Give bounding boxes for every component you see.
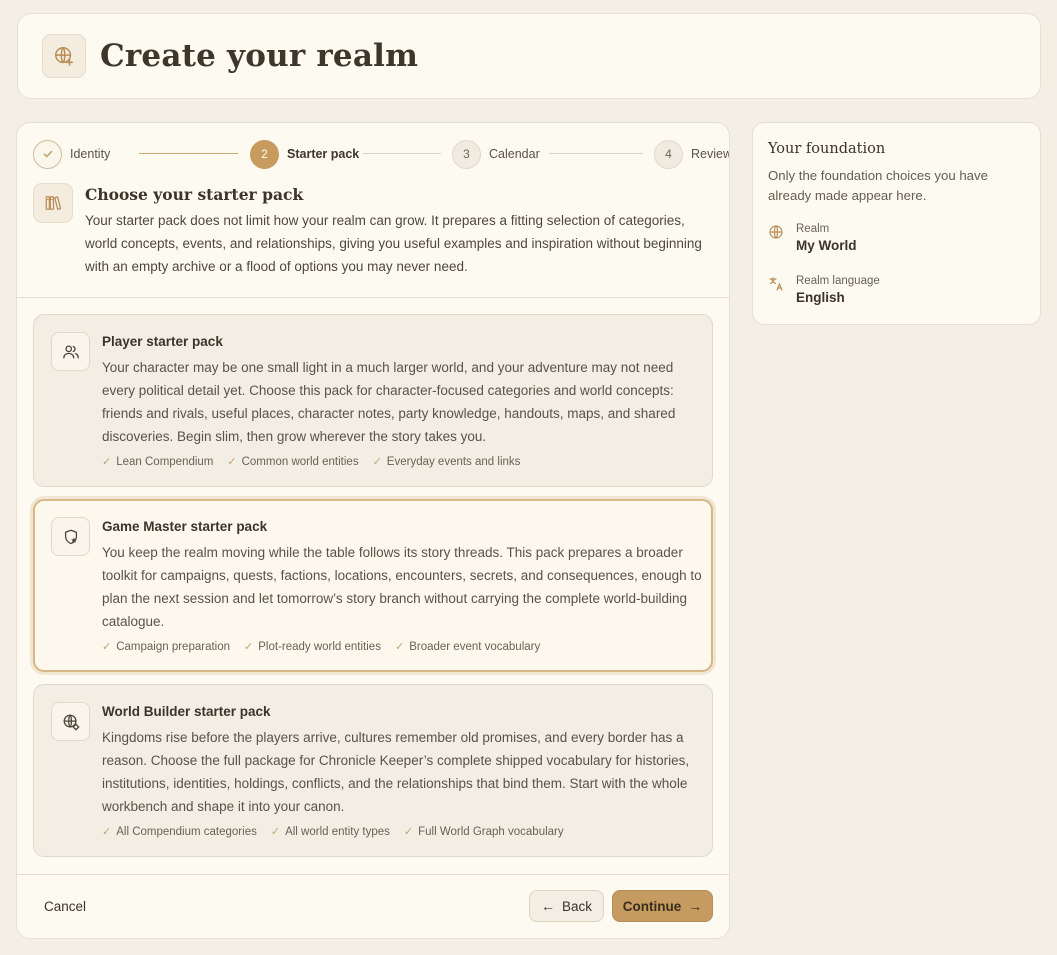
pack-tag: ✓ All world entity types (270, 825, 390, 839)
step-starter-pack[interactable]: 2 Starter pack (250, 139, 359, 169)
pack-tags: ✓ Lean Compendium ✓ Common world entities … (102, 455, 521, 469)
divider (17, 297, 729, 298)
panel-title: Your foundation (768, 141, 886, 157)
pack-tag: ✓ Plot-ready world entities (244, 640, 381, 654)
translate-icon (769, 277, 783, 291)
back-button-label: Back (561, 898, 592, 914)
users-icon (51, 332, 90, 371)
check-icon: ✓ (403, 826, 414, 838)
step-label: Review (691, 147, 730, 161)
pack-tags: ✓ Campaign preparation ✓ Plot-ready world … (102, 640, 541, 654)
player-starter-pack-option[interactable]: Player starter pack Your character may b… (33, 314, 713, 487)
step-connector (363, 153, 441, 154)
world-builder-starter-pack-option[interactable]: World Builder starter pack Kingdoms rise… (33, 684, 713, 857)
pack-tag: ✓ Full World Graph vocabulary (403, 825, 564, 839)
arrow-left-icon: ← (540, 898, 555, 914)
check-icon: ✓ (227, 456, 237, 468)
globe-icon (769, 225, 783, 239)
step-number: 4 (654, 139, 683, 169)
check-icon: ✓ (244, 641, 254, 653)
continue-button-label: Continue (622, 898, 682, 914)
books-icon (33, 183, 73, 223)
pack-tag-label: Broader event vocabulary (409, 640, 541, 653)
shield-star-icon (51, 517, 90, 556)
step-number: 2 (250, 139, 279, 169)
pack-tag: ✓ Broader event vocabulary (394, 640, 541, 654)
pack-description: Kingdoms rise before the players arrive,… (102, 730, 690, 814)
globe-gear-icon (51, 702, 90, 741)
pack-tag-label: All world entity types (285, 825, 390, 838)
pack-tag-label: Plot-ready world entities (258, 640, 381, 653)
divider (17, 874, 729, 875)
step-review[interactable]: 4 Review (654, 139, 730, 169)
panel-description: Only the foundation choices you have alr… (768, 168, 988, 203)
section-description: Your starter pack does not limit how you… (85, 213, 702, 274)
step-label: Calendar (489, 147, 540, 161)
page-title: Create your realm (100, 38, 419, 74)
realm-value: My World (796, 238, 857, 253)
pack-title: Player starter pack (102, 334, 223, 349)
step-connector (549, 153, 643, 154)
pack-title: Game Master starter pack (102, 519, 268, 534)
realm-label: Realm (796, 223, 830, 235)
check-icon: ✓ (372, 456, 382, 468)
foundation-panel: Your foundation Only the foundation choi… (752, 122, 1041, 325)
pack-tag-label: Lean Compendium (116, 455, 214, 468)
realm-summary: Realm My World (768, 223, 857, 253)
pack-tag: ✓ Lean Compendium (102, 455, 214, 469)
step-connector (139, 153, 238, 154)
section-title: Choose your starter pack (85, 185, 304, 204)
pack-tag-label: Campaign preparation (116, 640, 231, 653)
language-summary: Realm language English (768, 275, 880, 305)
step-label: Starter pack (287, 147, 360, 161)
globe-plus-icon (42, 34, 86, 78)
pack-title: World Builder starter pack (102, 704, 271, 719)
wizard-card: Identity 2 Starter pack 3 Calendar 4 Rev… (16, 122, 730, 939)
step-label: Identity (70, 147, 111, 161)
cancel-button[interactable]: Cancel (44, 899, 86, 914)
page-header: Create your realm (17, 13, 1041, 99)
pack-tags: ✓ All Compendium categories ✓ All world en… (102, 825, 564, 839)
step-number: 3 (452, 139, 481, 169)
pack-tag-label: Common world entities (241, 455, 359, 468)
pack-description: You keep the realm moving while the tabl… (102, 545, 702, 629)
pack-tag: ✓ Everyday events and links (372, 455, 521, 469)
pack-description: Your character may be one small light in… (102, 360, 676, 444)
check-icon (33, 139, 62, 169)
check-icon: ✓ (394, 641, 405, 653)
check-icon: ✓ (102, 456, 112, 468)
arrow-right-icon: → (688, 898, 703, 914)
pack-tag: ✓ Common world entities (227, 455, 359, 469)
step-calendar[interactable]: 3 Calendar (452, 139, 540, 169)
check-icon: ✓ (270, 826, 281, 838)
game-master-starter-pack-option[interactable]: Game Master starter pack You keep the re… (33, 499, 713, 672)
pack-tag-label: Full World Graph vocabulary (418, 825, 564, 838)
pack-tag-label: All Compendium categories (116, 825, 257, 838)
check-icon: ✓ (102, 641, 112, 653)
language-label: Realm language (796, 275, 880, 287)
language-value: English (796, 290, 845, 305)
continue-button[interactable]: Continue → (612, 890, 713, 922)
pack-tag: ✓ Campaign preparation (102, 640, 231, 654)
check-icon: ✓ (102, 826, 112, 838)
back-button[interactable]: ← Back (529, 890, 604, 922)
pack-tag: ✓ All Compendium categories (102, 825, 257, 839)
stepper: Identity 2 Starter pack 3 Calendar 4 Rev… (33, 139, 729, 169)
step-identity[interactable]: Identity (33, 139, 110, 169)
pack-tag-label: Everyday events and links (386, 455, 521, 468)
